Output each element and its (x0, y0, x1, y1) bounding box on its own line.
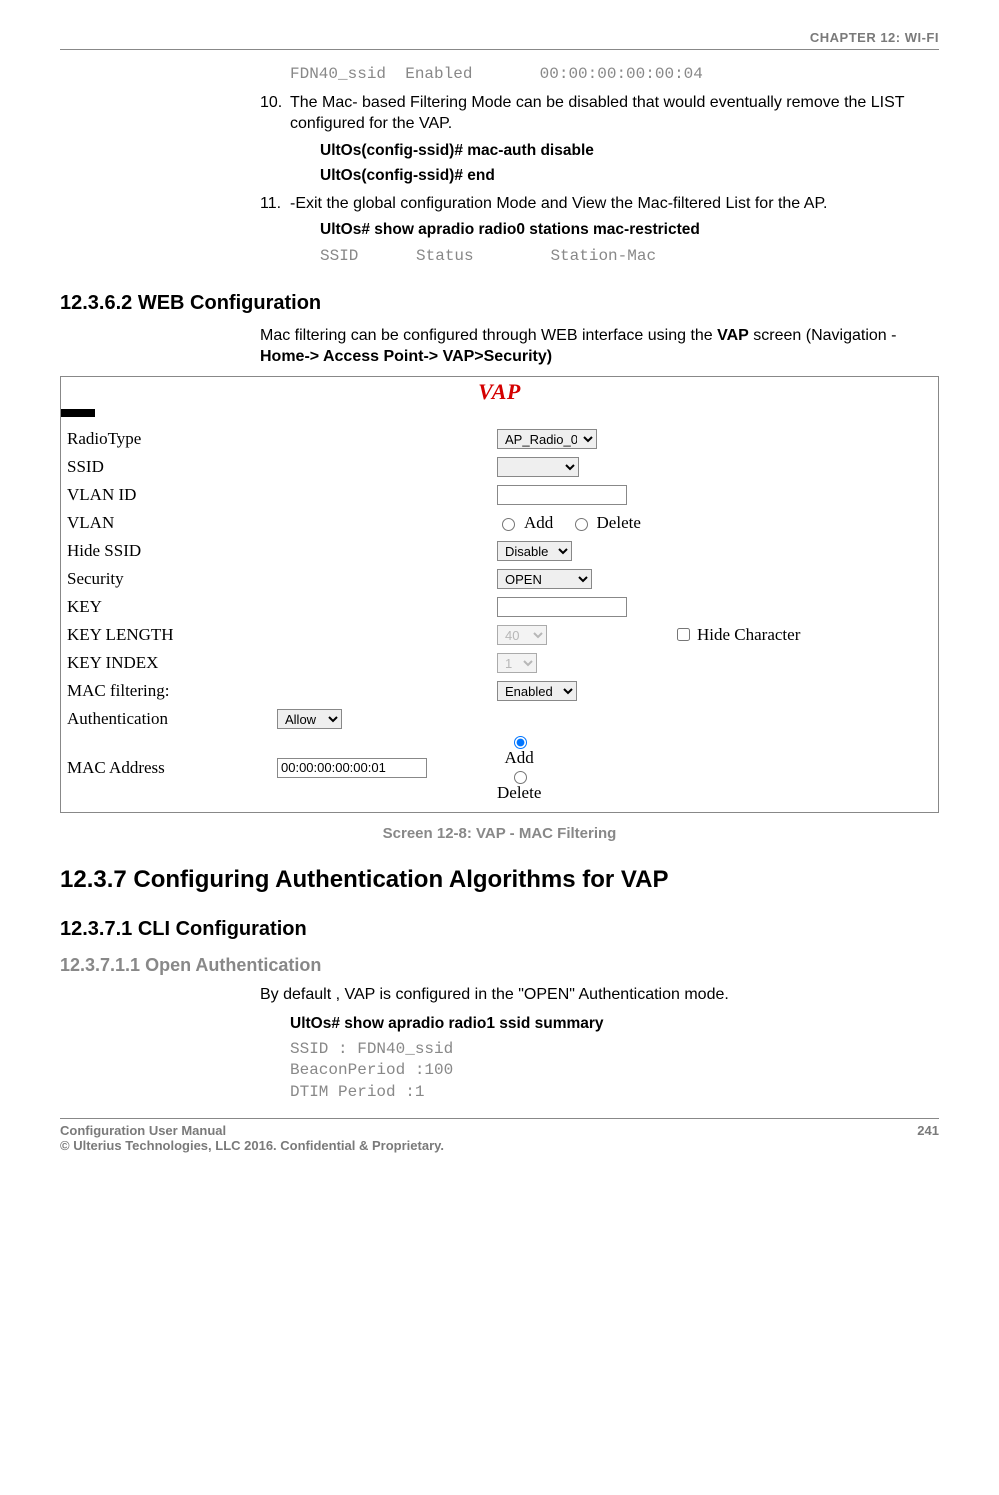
code-line: FDN40_ssid Enabled 00:00:00:00:00:04 (290, 64, 939, 86)
vlan-add-label: Add (524, 513, 553, 533)
macaddr-input[interactable] (277, 758, 427, 778)
hidessid-select[interactable]: Disable (497, 541, 572, 561)
command: UltOs(config-ssid)# end (320, 166, 939, 187)
step-number: 10. (260, 92, 282, 114)
key-label: KEY (67, 597, 277, 617)
page-number: 241 (917, 1123, 939, 1153)
security-label: Security (67, 569, 277, 589)
section-12-3-7-1: 12.3.7.1 CLI Configuration (60, 918, 939, 941)
step-text: -Exit the global configuration Mode and … (290, 195, 828, 212)
step-10: 10. The Mac- based Filtering Mode can be… (260, 92, 939, 187)
output: SSID Status Station-Mac (320, 247, 656, 265)
radiotype-label: RadioType (67, 429, 277, 449)
black-bar (61, 409, 95, 417)
key-input[interactable] (497, 597, 627, 617)
section-12-3-7: 12.3.7 Configuring Authentication Algori… (60, 866, 939, 894)
command: UltOs# show apradio radio1 ssid summary (290, 1014, 939, 1035)
macfilt-label: MAC filtering: (67, 681, 277, 701)
macaddr-add-label: Add (505, 749, 534, 768)
footer-title: Configuration User Manual (60, 1123, 444, 1138)
step-text: The Mac- based Filtering Mode can be dis… (290, 94, 904, 133)
macaddr-delete-label: Delete (497, 784, 541, 803)
macaddr-delete-radio[interactable] (514, 771, 527, 784)
ssid-label: SSID (67, 457, 277, 477)
macaddr-add-radio[interactable] (514, 736, 527, 749)
step-number: 11. (260, 193, 281, 215)
keylen-label: KEY LENGTH (67, 625, 277, 645)
command: UltOs# show apradio radio0 stations mac-… (320, 220, 939, 241)
hidessid-label: Hide SSID (67, 541, 277, 561)
output: DTIM Period :1 (290, 1082, 939, 1104)
vlan-delete-label: Delete (597, 513, 641, 533)
radiotype-select[interactable]: AP_Radio_0 (497, 429, 597, 449)
security-select[interactable]: OPEN (497, 569, 592, 589)
macfilt-select[interactable]: Enabled (497, 681, 577, 701)
chapter-header: CHAPTER 12: WI-FI (60, 30, 939, 45)
top-rule (60, 49, 939, 50)
output: SSID : FDN40_ssid (290, 1039, 939, 1061)
auth-label: Authentication (67, 709, 277, 729)
open-auth-text: By default , VAP is configured in the "O… (260, 984, 939, 1006)
section-12-3-7-1-1: 12.3.7.1.1 Open Authentication (60, 955, 939, 976)
ssid-select[interactable] (497, 457, 579, 477)
step-11: 11. -Exit the global configuration Mode … (260, 193, 939, 268)
keylen-select[interactable]: 40 (497, 625, 547, 645)
footer-copyright: © Ulterius Technologies, LLC 2016. Confi… (60, 1138, 444, 1153)
webcfg-paragraph: Mac filtering can be configured through … (260, 325, 939, 368)
macaddr-label: MAC Address (67, 758, 277, 778)
vap-screenshot: VAP RadioType AP_Radio_0 SSID (60, 376, 939, 813)
hidechar-label: Hide Character (697, 625, 800, 645)
command: UltOs(config-ssid)# mac-auth disable (320, 141, 939, 162)
vlanid-input[interactable] (497, 485, 627, 505)
keyidx-select[interactable]: 1 (497, 653, 537, 673)
keyidx-label: KEY INDEX (67, 653, 277, 673)
vlanid-label: VLAN ID (67, 485, 277, 505)
vlan-delete-radio[interactable] (575, 518, 588, 531)
figure-caption: Screen 12-8: VAP - MAC Filtering (60, 825, 939, 842)
section-12-3-6-2: 12.3.6.2 WEB Configuration (60, 292, 939, 315)
vlan-add-radio[interactable] (502, 518, 515, 531)
output: BeaconPeriod :100 (290, 1060, 939, 1082)
bottom-rule (60, 1118, 939, 1119)
hidechar-checkbox[interactable] (677, 628, 690, 641)
auth-select[interactable]: Allow (277, 709, 342, 729)
vap-title: VAP (61, 377, 938, 409)
vlan-label: VLAN (67, 513, 277, 533)
